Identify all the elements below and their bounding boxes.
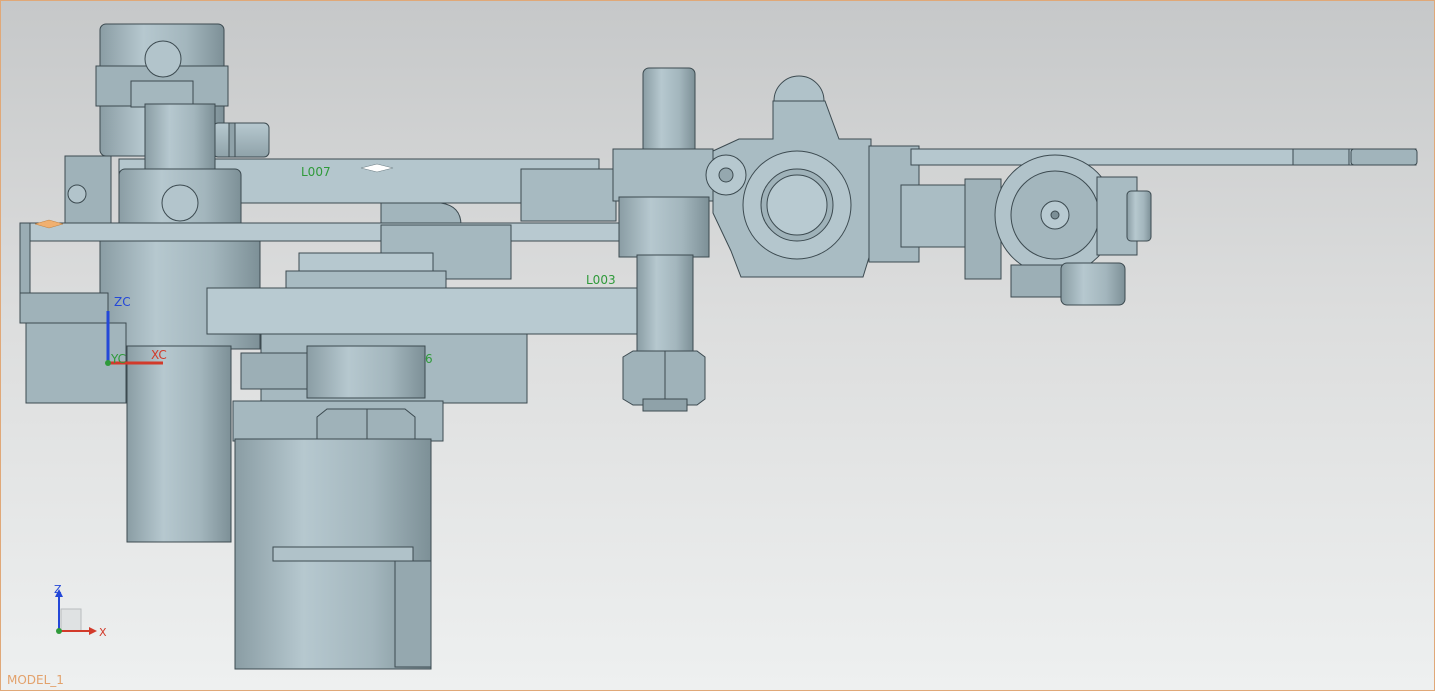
- model-name-label: MODEL_1: [7, 673, 64, 687]
- link-label-l007: L007: [301, 165, 331, 179]
- link-label-l003: L003: [586, 273, 616, 287]
- wcs-zc-label: ZC: [114, 295, 131, 309]
- wcs-yc-label: YC: [110, 352, 126, 366]
- bearing-bracket[interactable]: [705, 75, 872, 278]
- cad-model-view[interactable]: L007 L003 6 ZC XC YC Z X: [1, 1, 1434, 690]
- triad-z-label: Z: [54, 583, 62, 596]
- hex-nut[interactable]: [622, 350, 706, 412]
- graphics-viewport[interactable]: L007 L003 6 ZC XC YC Z X MODEL_1: [0, 0, 1435, 691]
- wcs-xc-label: XC: [151, 348, 167, 362]
- side-pin[interactable]: [212, 122, 270, 158]
- view-triad-icon[interactable]: Z X: [54, 583, 107, 639]
- link-l003[interactable]: [206, 287, 680, 335]
- triad-x-label: X: [99, 626, 107, 639]
- right-joint[interactable]: [964, 154, 1152, 306]
- link-label-partial: 6: [425, 352, 433, 366]
